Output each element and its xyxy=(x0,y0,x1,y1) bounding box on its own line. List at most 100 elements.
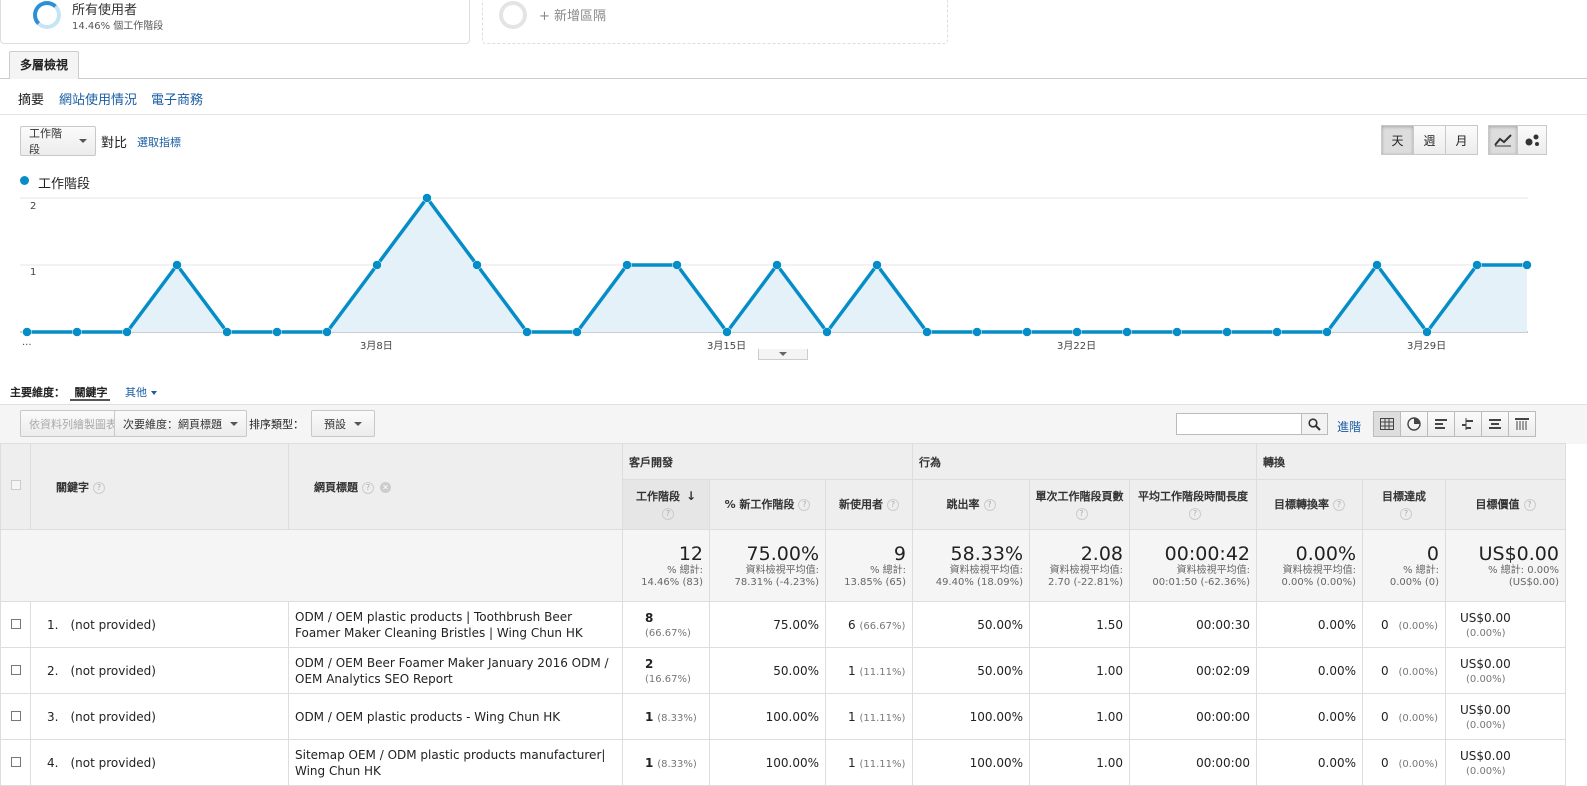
help-icon[interactable]: ? xyxy=(1400,507,1412,520)
subnav-ecommerce-link[interactable]: 電子商務 xyxy=(151,93,203,108)
metric-select[interactable]: 工作階段 xyxy=(20,126,96,156)
new-sessions-cell: 100.00% xyxy=(709,739,826,786)
total-new-sessions-caption: 資料檢視平均值: xyxy=(745,564,819,576)
motion-chart-button[interactable] xyxy=(1517,125,1547,155)
sessions-line-chart xyxy=(20,193,1532,337)
chart-point xyxy=(322,327,332,337)
keyword-link[interactable]: (not provided) xyxy=(70,664,156,678)
total-goal-comp: 0% 總計: 0.00% (0) xyxy=(1362,529,1446,602)
segment-card-all-users[interactable]: 所有使用者 14.46% 個工作階段 xyxy=(0,0,470,44)
totals-row: 12% 總計: 14.46% (83) 75.00% 資料檢視平均值: 78.31% … xyxy=(0,529,1566,602)
select-all-checkbox[interactable] xyxy=(10,480,21,490)
pivot-view-button[interactable] xyxy=(1508,411,1536,437)
data-table-view-button[interactable] xyxy=(1373,411,1401,437)
help-icon[interactable]: ? xyxy=(1075,507,1088,520)
table-row: 2. (not provided) ODM / OEM Beer Foamer Ma… xyxy=(0,647,1566,694)
chart-point xyxy=(1322,327,1332,337)
period-month-button[interactable]: 月 xyxy=(1445,125,1478,155)
help-icon[interactable]: ? xyxy=(93,481,105,494)
help-icon[interactable]: ? xyxy=(983,499,996,511)
performance-view-button[interactable] xyxy=(1427,411,1455,437)
row-checkbox[interactable] xyxy=(10,618,21,629)
total-new-sessions: 75.00% 資料檢視平均值: 78.31% (-4.23%) xyxy=(709,529,826,602)
keyword-link[interactable]: (not provided) xyxy=(70,618,156,632)
select-metric-link[interactable]: 選取指標 xyxy=(137,134,181,150)
header-new-sessions[interactable]: % 新工作階段? xyxy=(709,479,826,530)
subnav-site-usage[interactable]: 網站使用情況 xyxy=(59,89,137,108)
pages-cell: 1.00 xyxy=(1029,693,1130,740)
goal-comp-cell: 0 (0.00%) xyxy=(1362,647,1446,694)
page-title-link[interactable]: Sitemap OEM / ODM plastic products manuf… xyxy=(295,748,605,778)
totals-spacer xyxy=(0,529,623,602)
total-sessions-detail: 14.46% (83) xyxy=(641,576,703,588)
goal-value-value: US$0.00 xyxy=(1460,610,1511,625)
help-icon[interactable]: ? xyxy=(1523,499,1536,511)
pie-view-button[interactable] xyxy=(1400,411,1428,437)
dimension-keyword[interactable]: 關鍵字 xyxy=(75,386,108,399)
header-pages-per-session[interactable]: 單次工作階段頁數? xyxy=(1029,479,1130,530)
page-title-link[interactable]: ODM / OEM plastic products | Toothbrush … xyxy=(295,610,583,640)
term-cloud-view-button[interactable] xyxy=(1481,411,1509,437)
row-checkbox[interactable] xyxy=(10,756,21,767)
help-icon[interactable]: ? xyxy=(887,499,899,511)
help-icon[interactable]: ? xyxy=(362,481,374,494)
search-button[interactable] xyxy=(1301,414,1327,434)
tab-explorer[interactable]: 多層檢視 xyxy=(9,51,80,79)
page-title-link[interactable]: ODM / OEM Beer Foamer Maker January 2016… xyxy=(295,656,609,686)
header-pages-label: 單次工作階段頁數 xyxy=(1035,489,1124,503)
pivot-icon xyxy=(1515,418,1529,430)
add-segment-label: + 新增區隔 xyxy=(539,9,607,24)
table-search-input[interactable] xyxy=(1176,413,1328,435)
keyword-link[interactable]: (not provided) xyxy=(70,710,156,724)
header-page-title[interactable]: 網頁標題? ✕ xyxy=(288,443,623,530)
chevron-down-icon xyxy=(779,352,787,356)
chart-collapse-handle[interactable] xyxy=(758,349,808,360)
secondary-dimension-select[interactable]: 次要維度：網頁標題 xyxy=(114,410,247,437)
keyword-link[interactable]: (not provided) xyxy=(70,756,156,770)
total-new-sessions-detail: 78.31% (-4.23%) xyxy=(734,576,820,588)
help-icon[interactable]: ? xyxy=(1189,507,1201,520)
new-sessions-cell: 50.00% xyxy=(709,647,826,694)
subnav-summary[interactable]: 摘要 xyxy=(18,89,44,108)
x-tick-ellipsis: ... xyxy=(22,337,32,348)
remove-secondary-dimension-icon[interactable]: ✕ xyxy=(380,482,391,493)
goal-comp-value: 0 xyxy=(1381,755,1389,770)
legend-marker xyxy=(20,176,29,185)
sort-type-select[interactable]: 預設 xyxy=(311,410,375,437)
add-segment-card[interactable]: + 新增區隔 xyxy=(482,0,948,44)
line-chart-button[interactable] xyxy=(1488,125,1518,155)
total-goal-comp-value: 0 xyxy=(1426,542,1439,565)
subnav-ecommerce[interactable]: 電子商務 xyxy=(151,89,203,108)
subnav-site-usage-link[interactable]: 網站使用情況 xyxy=(59,93,137,108)
header-new-users[interactable]: 新使用者? xyxy=(825,479,913,530)
page-title-link[interactable]: ODM / OEM plastic products - Wing Chun H… xyxy=(295,710,560,724)
header-new-sessions-label: % 新工作階段 xyxy=(724,498,795,511)
header-goal-rate[interactable]: 目標轉換率? xyxy=(1256,479,1363,530)
header-bounce-label: 跳出率 xyxy=(946,498,980,511)
header-keyword[interactable]: 關鍵字? xyxy=(30,443,289,530)
period-week-button[interactable]: 週 xyxy=(1413,125,1446,155)
advanced-filter-link[interactable]: 進階 xyxy=(1337,418,1361,435)
dimension-other[interactable]: 其他 xyxy=(125,386,157,399)
goal-rate-cell: 0.00% xyxy=(1256,739,1363,786)
help-icon[interactable]: ? xyxy=(662,507,674,520)
header-sessions[interactable]: 工作階段 ↓? xyxy=(622,479,710,530)
period-day-button[interactable]: 天 xyxy=(1381,125,1414,155)
header-avg-duration[interactable]: 平均工作階段時間長度? xyxy=(1129,479,1257,530)
comparison-view-button[interactable] xyxy=(1454,411,1482,437)
row-checkbox[interactable] xyxy=(10,664,21,675)
plot-rows-button[interactable]: 依資料列繪製圖表 xyxy=(20,410,126,437)
header-goal-value[interactable]: 目標價值? xyxy=(1445,479,1566,530)
bounce-cell: 100.00% xyxy=(912,739,1030,786)
page-title-cell: ODM / OEM plastic products - Wing Chun H… xyxy=(288,693,623,740)
header-bounce-rate[interactable]: 跳出率? xyxy=(912,479,1030,530)
row-checkbox[interactable] xyxy=(10,710,21,721)
sessions-cell: 2 (16.67%) xyxy=(622,647,710,694)
goal-value-value: US$0.00 xyxy=(1460,656,1511,671)
header-goal-completions[interactable]: 目標達成? xyxy=(1362,479,1446,530)
goal-value-value: US$0.00 xyxy=(1460,702,1511,717)
help-icon[interactable]: ? xyxy=(1333,499,1345,511)
total-goal-comp-caption: % 總計: xyxy=(1402,564,1439,576)
segment-title: 所有使用者 xyxy=(72,3,138,18)
help-icon[interactable]: ? xyxy=(798,499,811,511)
